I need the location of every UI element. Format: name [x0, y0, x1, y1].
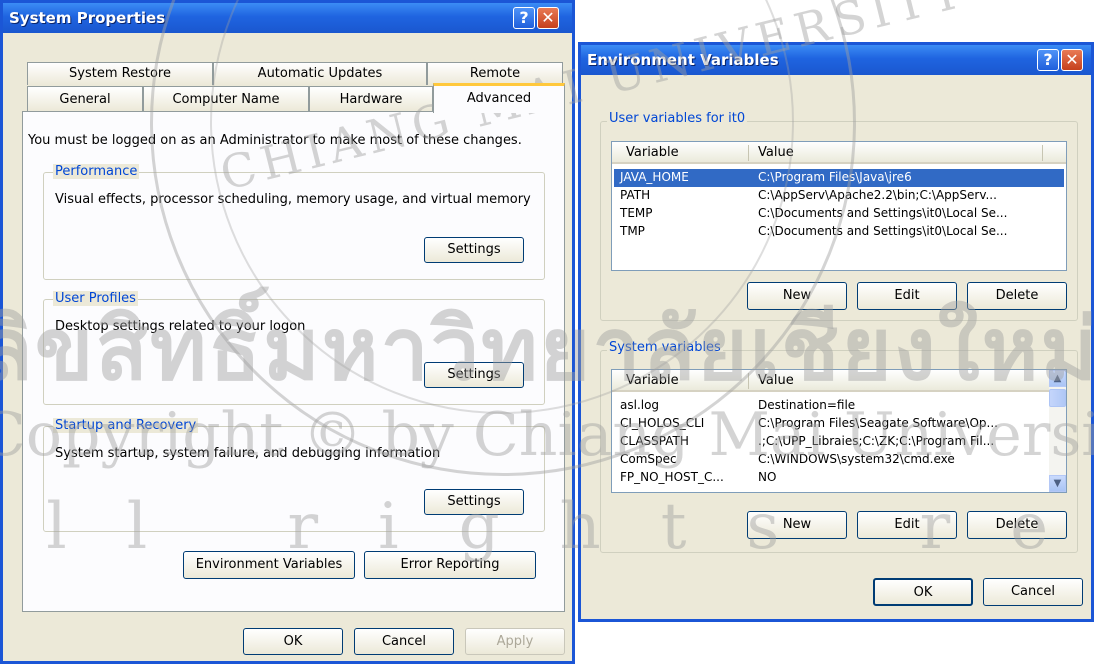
admin-note: You must be logged on as an Administrato… [28, 133, 522, 148]
user-profiles-settings-button[interactable]: Settings [424, 362, 524, 388]
tab-hardware[interactable]: Hardware [309, 86, 433, 111]
startup-recovery-label: Startup and Recovery [53, 418, 199, 433]
user-profiles-label: User Profiles [53, 291, 138, 306]
variable-value: .;C:\UPP_Libraies;C:\ZK;C:\Program Fil..… [758, 434, 995, 448]
system-properties-window: System Properties ? ✕ System Restore Aut… [0, 0, 575, 664]
performance-label: Performance [53, 164, 140, 179]
user-variables-label: User variables for it0 [607, 111, 748, 126]
variable-value: C:\Documents and Settings\it0\Local Se..… [758, 224, 1008, 238]
column-value[interactable]: Value [758, 373, 794, 388]
column-separator [748, 373, 749, 389]
scroll-up-icon[interactable]: ▲ [1049, 370, 1066, 387]
sysprop-apply-button[interactable]: Apply [465, 628, 565, 655]
variable-value: C:\Program Files\Java\jre6 [758, 170, 912, 184]
startup-recovery-group [43, 426, 545, 532]
error-reporting-button[interactable]: Error Reporting [364, 551, 536, 579]
advanced-tab-panel: You must be logged on as an Administrato… [22, 111, 565, 612]
user-list-header: Variable Value [612, 142, 1066, 164]
user-delete-button[interactable]: Delete [967, 282, 1067, 310]
sysprop-ok-button[interactable]: OK [243, 628, 343, 655]
list-item[interactable]: JAVA_HOME C:\Program Files\Java\jre6 [614, 169, 1064, 187]
startup-recovery-settings-button[interactable]: Settings [424, 489, 524, 515]
list-item[interactable]: CLASSPATH .;C:\UPP_Libraies;C:\ZK;C:\Pro… [614, 433, 1047, 451]
startup-recovery-description: System startup, system failure, and debu… [55, 446, 441, 461]
user-profiles-group [43, 299, 545, 405]
tab-general[interactable]: General [27, 86, 143, 111]
env-cancel-button[interactable]: Cancel [983, 578, 1083, 606]
variable-name: asl.log [620, 398, 660, 412]
sysprop-cancel-button[interactable]: Cancel [354, 628, 454, 655]
env-ok-button[interactable]: OK [873, 578, 973, 606]
user-variables-list[interactable]: Variable Value JAVA_HOME C:\Program File… [611, 141, 1067, 271]
performance-settings-button[interactable]: Settings [424, 237, 524, 263]
variable-name: TEMP [620, 206, 653, 220]
close-icon[interactable]: ✕ [537, 7, 559, 29]
variable-name: CLASSPATH [620, 434, 689, 448]
variable-value: Destination=file [758, 398, 856, 412]
user-profiles-description: Desktop settings related to your logon [55, 319, 306, 334]
environment-variables-button[interactable]: Environment Variables [183, 551, 355, 579]
variable-name: FP_NO_HOST_C... [620, 470, 724, 484]
column-variable[interactable]: Variable [626, 373, 679, 388]
tab-advanced[interactable]: Advanced [433, 83, 565, 113]
variable-value: C:\Documents and Settings\it0\Local Se..… [758, 206, 1008, 220]
column-value[interactable]: Value [758, 145, 794, 160]
variable-value: C:\WINDOWS\system32\cmd.exe [758, 452, 955, 466]
system-delete-button[interactable]: Delete [967, 511, 1067, 539]
system-variables-list[interactable]: Variable Value asl.log Destination=file … [611, 369, 1067, 493]
list-item[interactable]: TMP C:\Documents and Settings\it0\Local … [614, 223, 1064, 241]
variable-value: NO [758, 470, 777, 484]
system-properties-title: System Properties [9, 9, 166, 27]
list-item[interactable]: PATH C:\AppServ\Apache2.2\bin;C:\AppServ… [614, 187, 1064, 205]
env-vars-title: Environment Variables [587, 51, 779, 69]
system-list-scrollbar[interactable]: ▲ ▼ [1049, 370, 1066, 492]
column-separator [748, 145, 749, 161]
scroll-down-icon[interactable]: ▼ [1049, 475, 1066, 492]
tab-computer-name[interactable]: Computer Name [143, 86, 309, 111]
environment-variables-window: Environment Variables ? ✕ User variables… [578, 42, 1094, 622]
close-icon[interactable]: ✕ [1061, 49, 1083, 71]
variable-value: C:\AppServ\Apache2.2\bin;C:\AppServ... [758, 188, 997, 202]
tab-system-restore[interactable]: System Restore [27, 62, 213, 85]
scroll-thumb[interactable] [1049, 389, 1066, 407]
list-item[interactable]: FP_NO_HOST_C... NO [614, 469, 1047, 487]
variable-value: C:\Program Files\Seagate Software\Op... [758, 416, 998, 430]
variable-name: ComSpec [620, 452, 677, 466]
variable-name: JAVA_HOME [620, 170, 689, 184]
variable-name: TMP [620, 224, 645, 238]
performance-group [43, 172, 545, 280]
system-properties-titlebar[interactable]: System Properties ? ✕ [3, 3, 572, 33]
column-variable[interactable]: Variable [626, 145, 679, 160]
variable-name: PATH [620, 188, 651, 202]
list-item[interactable]: asl.log Destination=file [614, 397, 1047, 415]
system-variables-label: System variables [607, 340, 723, 355]
system-edit-button[interactable]: Edit [857, 511, 957, 539]
list-item[interactable]: CI_HOLOS_CLI C:\Program Files\Seagate So… [614, 415, 1047, 433]
list-item[interactable]: ComSpec C:\WINDOWS\system32\cmd.exe [614, 451, 1047, 469]
system-list-header: Variable Value [612, 370, 1049, 392]
help-icon[interactable]: ? [1037, 49, 1059, 71]
list-item[interactable]: TEMP C:\Documents and Settings\it0\Local… [614, 205, 1064, 223]
tab-automatic-updates[interactable]: Automatic Updates [213, 62, 427, 85]
tab-remote[interactable]: Remote [427, 62, 563, 85]
env-vars-titlebar[interactable]: Environment Variables ? ✕ [581, 45, 1091, 75]
user-edit-button[interactable]: Edit [857, 282, 957, 310]
help-icon[interactable]: ? [513, 7, 535, 29]
performance-description: Visual effects, processor scheduling, me… [55, 192, 531, 207]
variable-name: CI_HOLOS_CLI [620, 416, 705, 430]
system-new-button[interactable]: New [747, 511, 847, 539]
user-new-button[interactable]: New [747, 282, 847, 310]
column-separator [1042, 145, 1043, 161]
